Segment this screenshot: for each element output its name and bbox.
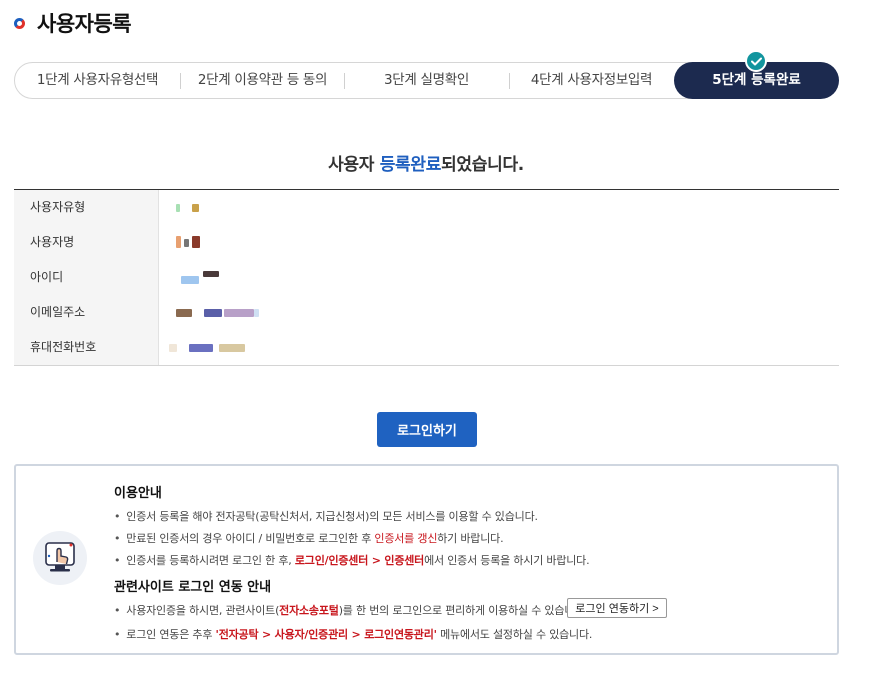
row-label: 사용자명	[14, 225, 159, 260]
check-icon	[745, 50, 767, 72]
login-button[interactable]: 로그인하기	[377, 412, 477, 447]
user-info-table: 사용자유형 사용자명 아이디 이메일주소 휴대전화번호	[14, 189, 839, 366]
table-row: 사용자유형	[14, 190, 839, 225]
usage-item: • 인증서 등록을 해야 전자공탁(공탁신처서, 지급신청서)의 모든 서비스를 …	[114, 510, 538, 523]
user-name-value-redacted	[159, 225, 839, 260]
page-header: 사용자등록	[14, 8, 132, 38]
usage-item: • 인증서를 등록하시려면 로그인 한 후, 로그인/인증센터 > 인증센터에서 …	[114, 554, 590, 567]
usage-guide-title: 이용안내	[114, 486, 162, 501]
row-label: 아이디	[14, 260, 159, 295]
email-value-redacted	[159, 295, 839, 330]
row-label: 사용자유형	[14, 190, 159, 225]
login-link-button[interactable]: 로그인 연동하기 >	[567, 598, 667, 618]
table-row: 사용자명	[14, 225, 839, 260]
user-type-value-redacted	[159, 190, 839, 225]
step-2: 2단계 이용약관 등 동의	[197, 72, 328, 88]
completion-prefix: 사용자	[328, 155, 380, 175]
step-1: 1단계 사용자유형선택	[36, 72, 159, 88]
related-site-title: 관련사이트 로그인 연동 안내	[114, 580, 272, 595]
cert-center-path: 로그인/인증센터 > 인증센터	[294, 554, 425, 567]
table-row: 휴대전화번호	[14, 330, 839, 365]
step-3: 3단계 실명확인	[383, 72, 469, 88]
table-row: 이메일주소	[14, 295, 839, 330]
logo-icon	[14, 17, 25, 29]
completion-message: 사용자 등록완료되었습니다.	[0, 150, 852, 175]
guide-box: 이용안내 • 인증서 등록을 해야 전자공탁(공탁신처서, 지급신청서)의 모든 …	[14, 464, 839, 655]
completion-highlight: 등록완료	[379, 155, 442, 175]
page-title: 사용자등록	[37, 12, 132, 36]
touch-screen-icon	[33, 531, 87, 585]
step-4: 4단계 사용자정보입력	[530, 72, 653, 88]
usage-item: • 만료된 인증서의 경우 아이디 / 비밀번호로 로그인한 후 인증서를 갱신하…	[114, 532, 504, 545]
row-label: 이메일주소	[14, 295, 159, 330]
e-litigation-portal: 전자소송포털	[279, 604, 339, 617]
row-label: 휴대전화번호	[14, 330, 159, 365]
related-item: • 로그인 연동은 추후 '전자공탁 > 사용자/인증관리 > 로그인연동관리' …	[114, 628, 593, 641]
phone-value-redacted	[159, 330, 839, 365]
user-id-value-redacted	[159, 260, 839, 295]
related-item: • 사용자인증을 하시면, 관련사이트(전자소송포털)를 한 번의 로그인으로 편…	[114, 604, 588, 617]
table-row: 아이디	[14, 260, 839, 295]
completion-suffix: 되었습니다.	[441, 155, 524, 175]
login-link-menu-path: '전자공탁 > 사용자/인증관리 > 로그인연동관리'	[215, 628, 437, 641]
registration-stepper: 1단계 사용자유형선택 2단계 이용약관 등 동의 3단계 실명확인 4단계 사…	[14, 62, 839, 99]
renew-cert-emphasis: 인증서를 갱신	[374, 532, 438, 545]
